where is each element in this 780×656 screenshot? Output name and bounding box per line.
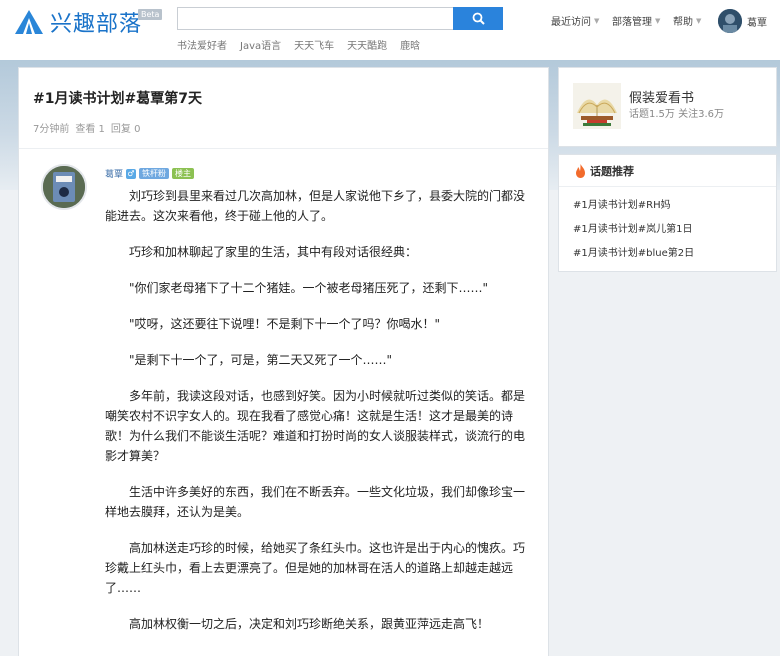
- author-name[interactable]: 葛覃: [105, 167, 123, 180]
- post-paragraph: 高加林权衡一切之后，决定和刘巧珍断绝关系，跟黄亚萍远走高飞！: [129, 617, 490, 631]
- hot-tag-link[interactable]: 鹿晗: [400, 37, 420, 52]
- tent-logo-icon: [15, 10, 43, 34]
- post-title: #1月读书计划#葛覃第7天: [33, 91, 202, 107]
- post-meta: 7分钟前 查看 1 回复 0: [33, 120, 140, 135]
- search-icon: [472, 12, 485, 25]
- chevron-down-icon: ▼: [696, 16, 702, 25]
- level-badge: 铁杆粉: [139, 168, 170, 179]
- post-content: 刘巧珍到县里来看过几次高加林，但是人家说他下乡了，县委大院的门都没能进去。这次来…: [105, 186, 535, 650]
- top-header: 兴趣部落 Beta 书法爱好者 Java语言 天天飞车 天天酷跑 鹿晗 最近访问…: [0, 0, 780, 60]
- role-badge: 楼主: [172, 168, 195, 179]
- author-line: 葛覃 ♂ 铁杆粉 楼主: [105, 167, 195, 180]
- group-card[interactable]: 假装爱看书 话题1.5万 关注3.6万: [558, 67, 777, 147]
- topic-recommend-header: 话题推荐: [559, 155, 776, 187]
- chevron-down-icon: ▼: [655, 16, 661, 25]
- nav-help-label: 帮助: [673, 17, 693, 28]
- nav-recent-label: 最近访问: [551, 17, 591, 28]
- chevron-down-icon: ▼: [594, 16, 600, 25]
- user-avatar: [718, 9, 742, 33]
- post-paragraph: 生活中许多美好的东西，我们在不断丢弃。一些文化垃圾，我们却像珍宝一样地去膜拜，还…: [105, 485, 526, 519]
- hot-tag-link[interactable]: 天天飞车: [294, 37, 334, 52]
- nav-help[interactable]: 帮助 ▼: [673, 13, 702, 29]
- hot-tags: 书法爱好者 Java语言 天天飞车 天天酷跑 鹿晗: [177, 37, 420, 52]
- post-paragraph: 多年前，我读这段对话，也感到好笑。因为小时候就听过类似的笑话。都是嘲笑农村不识字…: [105, 389, 526, 463]
- post-views: 查看 1: [75, 124, 105, 135]
- hot-tag-link[interactable]: 书法爱好者: [177, 37, 227, 52]
- topic-link[interactable]: #1月读书计划#blue第2日: [573, 242, 776, 266]
- post-paragraph: 巧珍和加林聊起了家里的生活，其中有段对话很经典：: [129, 245, 418, 259]
- post-replies[interactable]: 回复 0: [111, 120, 141, 135]
- topic-recommend-title: 话题推荐: [590, 164, 634, 178]
- logo[interactable]: 兴趣部落: [14, 6, 142, 38]
- username: 葛覃: [747, 17, 767, 29]
- post-paragraph: "哎呀，这还要往下说哩！不是剩下十一个了吗？你喝水！": [129, 317, 441, 331]
- user-menu[interactable]: 葛覃: [718, 9, 767, 33]
- nav-recent[interactable]: 最近访问 ▼: [551, 13, 600, 29]
- group-stats: 话题1.5万 关注3.6万: [629, 109, 724, 120]
- post-time: 7分钟前: [33, 124, 70, 135]
- hot-tag-link[interactable]: Java语言: [240, 37, 281, 52]
- search-input[interactable]: [177, 7, 453, 30]
- post-paragraph: "你们家老母猪下了十二个猪娃。一个被老母猪压死了，还剩下……": [129, 281, 489, 295]
- book-group-icon: [573, 83, 621, 129]
- topic-recommend-panel: 话题推荐 #1月读书计划#RH妈 #1月读书计划#岚儿第1日 #1月读书计划#b…: [558, 154, 777, 272]
- search-button[interactable]: [453, 7, 503, 30]
- topic-link[interactable]: #1月读书计划#RH妈: [573, 194, 776, 218]
- hot-tag-link[interactable]: 天天酷跑: [347, 37, 387, 52]
- topic-list: #1月读书计划#RH妈 #1月读书计划#岚儿第1日 #1月读书计划#blue第2…: [559, 187, 776, 266]
- topic-link[interactable]: #1月读书计划#岚儿第1日: [573, 218, 776, 242]
- post-paragraph: 高加林送走巧珍的时候，给她买了条红头巾。这也许是出于内心的愧疚。巧珍戴上红头巾，…: [105, 541, 526, 595]
- author-avatar[interactable]: [41, 164, 87, 210]
- nav-manage[interactable]: 部落管理 ▼: [612, 13, 661, 29]
- divider: [19, 148, 548, 149]
- post-panel: #1月读书计划#葛覃第7天 7分钟前 查看 1 回复 0 葛覃 ♂ 铁杆粉 楼主…: [18, 67, 549, 656]
- flame-icon: [576, 163, 585, 178]
- post-paragraph: "是剩下十一个了，可是，第二天又死了一个……": [129, 353, 393, 367]
- nav-manage-label: 部落管理: [612, 17, 652, 28]
- logo-text: 兴趣部落: [50, 12, 143, 37]
- group-name: 假装爱看书: [629, 91, 695, 106]
- male-icon: ♂: [126, 168, 137, 179]
- post-paragraph: 刘巧珍到县里来看过几次高加林，但是人家说他下乡了，县委大院的门都没能进去。这次来…: [105, 189, 526, 223]
- beta-badge: Beta: [138, 9, 163, 20]
